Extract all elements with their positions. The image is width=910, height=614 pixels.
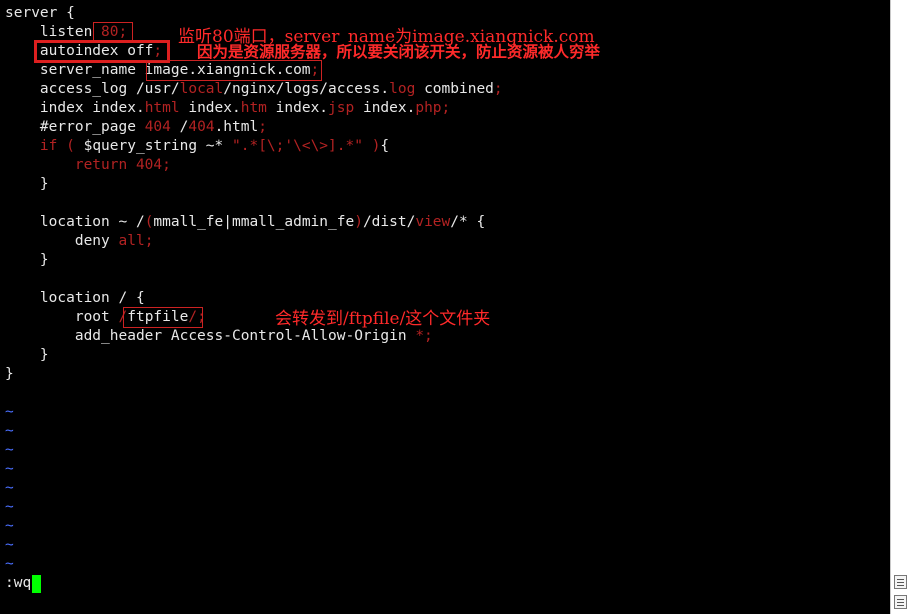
empty-line-tilde: ~	[5, 537, 14, 553]
empty-line-tilde: ~	[5, 556, 14, 572]
code-line-14: }	[5, 252, 49, 268]
empty-line-tilde: ~	[5, 404, 14, 420]
code-line-5: access_log /usr/local/nginx/logs/access.…	[5, 81, 503, 97]
code-line-19: }	[5, 347, 49, 363]
text-cursor	[32, 575, 41, 593]
terminal-window[interactable]: server { listen 80; autoindex off; serve…	[0, 0, 890, 614]
code-line-1: server {	[5, 5, 75, 21]
code-line-9: return 404;	[74, 157, 171, 173]
vertical-scrollbar[interactable]	[890, 0, 910, 614]
code-line-16: location / {	[5, 290, 145, 306]
code-line-13: deny all;	[5, 233, 154, 249]
code-line-18: add_header Access-Control-Allow-Origin *…	[5, 328, 433, 344]
scrollbar-thumb-icon[interactable]	[894, 575, 907, 589]
code-line-10: }	[5, 176, 49, 192]
scrollbar-grip-icon[interactable]	[894, 595, 907, 609]
code-line-8: if ( $query_string ~* ".*[\;'\<\>].*" ){	[39, 138, 390, 154]
code-line-7: #error_page 404 /404.html;	[5, 119, 267, 135]
empty-line-tilde: ~	[5, 442, 14, 458]
empty-line-tilde: ~	[5, 461, 14, 477]
server-name-highlight-box	[146, 60, 322, 81]
vim-command-line[interactable]: :wq	[5, 574, 31, 593]
root-path-highlight-box	[123, 307, 203, 328]
code-line-6: index index.html index.htm index.jsp ind…	[5, 100, 451, 116]
code-line-12: location ~ /(mmall_fe|mmall_admin_fe)/di…	[5, 214, 486, 230]
empty-line-tilde: ~	[5, 518, 14, 534]
empty-line-tilde: ~	[5, 499, 14, 515]
code-line-20: }	[5, 366, 14, 382]
root-annotation: 会转发到/ftpfile/这个文件夹	[275, 309, 491, 329]
empty-line-tilde: ~	[5, 423, 14, 439]
autoindex-annotation: 因为是资源服务器，所以要关闭该开关，防止资源被人穷举	[197, 43, 601, 61]
empty-line-tilde: ~	[5, 480, 14, 496]
